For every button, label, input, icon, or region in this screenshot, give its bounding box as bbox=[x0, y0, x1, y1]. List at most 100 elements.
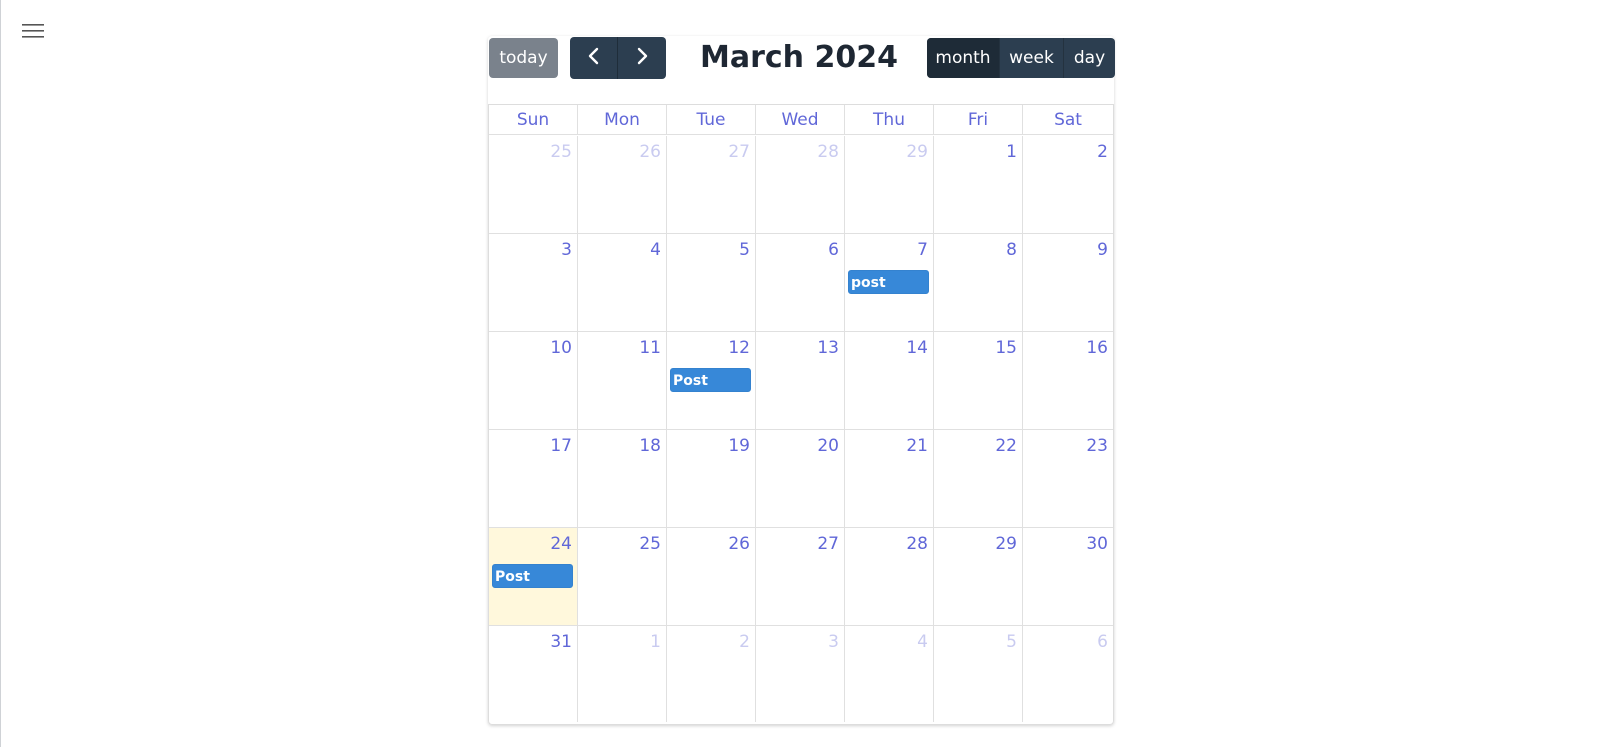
day-number[interactable]: 20 bbox=[817, 436, 839, 456]
prev-month-button[interactable] bbox=[570, 37, 618, 79]
day-cell[interactable]: 7 post bbox=[845, 234, 934, 332]
day-cell[interactable]: 3 bbox=[756, 626, 845, 722]
day-cell[interactable]: 10 bbox=[489, 332, 578, 430]
day-number[interactable]: 25 bbox=[550, 142, 572, 162]
day-number[interactable]: 23 bbox=[1086, 436, 1108, 456]
day-cell[interactable]: 4 bbox=[845, 626, 934, 722]
day-cell[interactable]: 20 bbox=[756, 430, 845, 528]
day-cell[interactable]: 2 bbox=[1023, 136, 1113, 234]
day-number[interactable]: 26 bbox=[639, 142, 661, 162]
day-number[interactable]: 29 bbox=[995, 534, 1017, 554]
calendar-event[interactable]: post bbox=[848, 270, 929, 294]
day-number[interactable]: 31 bbox=[550, 632, 572, 652]
day-number[interactable]: 11 bbox=[639, 338, 661, 358]
day-number[interactable]: 9 bbox=[1097, 240, 1108, 260]
day-number[interactable]: 25 bbox=[639, 534, 661, 554]
month-grid: Sun Mon Tue Wed Thu Fri Sat 25 26 27 28 29 1 2 3 4 5 6 7 po… bbox=[488, 104, 1114, 725]
weekday-header-thu: Thu bbox=[845, 105, 934, 135]
day-number[interactable]: 26 bbox=[728, 534, 750, 554]
day-cell[interactable]: 21 bbox=[845, 430, 934, 528]
day-cell[interactable]: 5 bbox=[667, 234, 756, 332]
day-number[interactable]: 8 bbox=[1006, 240, 1017, 260]
day-number[interactable]: 5 bbox=[1006, 632, 1017, 652]
day-cell[interactable]: 14 bbox=[845, 332, 934, 430]
day-cell[interactable]: 6 bbox=[1023, 626, 1113, 722]
day-number[interactable]: 10 bbox=[550, 338, 572, 358]
day-cell[interactable]: 12 Post bbox=[667, 332, 756, 430]
day-number[interactable]: 19 bbox=[728, 436, 750, 456]
day-cell[interactable]: 31 bbox=[489, 626, 578, 722]
day-cell[interactable]: 29 bbox=[845, 136, 934, 234]
day-cell[interactable]: 29 bbox=[934, 528, 1023, 626]
next-month-button[interactable] bbox=[618, 37, 666, 79]
day-number[interactable]: 4 bbox=[917, 632, 928, 652]
day-cell[interactable]: 1 bbox=[934, 136, 1023, 234]
day-number[interactable]: 28 bbox=[906, 534, 928, 554]
calendar-event[interactable]: Post bbox=[492, 564, 573, 588]
day-number[interactable]: 3 bbox=[561, 240, 572, 260]
day-number[interactable]: 18 bbox=[639, 436, 661, 456]
day-cell[interactable]: 16 bbox=[1023, 332, 1113, 430]
day-number[interactable]: 6 bbox=[1097, 632, 1108, 652]
day-number[interactable]: 30 bbox=[1086, 534, 1108, 554]
day-cell[interactable]: 22 bbox=[934, 430, 1023, 528]
day-cell[interactable]: 11 bbox=[578, 332, 667, 430]
day-cell[interactable]: 30 bbox=[1023, 528, 1113, 626]
day-number[interactable]: 2 bbox=[1097, 142, 1108, 162]
view-month-button[interactable]: month bbox=[927, 38, 999, 78]
day-cell-today[interactable]: 24 Post bbox=[489, 528, 578, 626]
day-cell[interactable]: 18 bbox=[578, 430, 667, 528]
day-cell[interactable]: 15 bbox=[934, 332, 1023, 430]
day-cell[interactable]: 2 bbox=[667, 626, 756, 722]
day-cell[interactable]: 9 bbox=[1023, 234, 1113, 332]
day-number[interactable]: 13 bbox=[817, 338, 839, 358]
day-number[interactable]: 5 bbox=[739, 240, 750, 260]
day-cell[interactable]: 27 bbox=[667, 136, 756, 234]
day-cell[interactable]: 3 bbox=[489, 234, 578, 332]
menu-button[interactable] bbox=[18, 18, 48, 44]
day-number[interactable]: 28 bbox=[817, 142, 839, 162]
weekday-header-wed: Wed bbox=[756, 105, 845, 135]
day-number[interactable]: 24 bbox=[550, 534, 572, 554]
day-number[interactable]: 4 bbox=[650, 240, 661, 260]
day-cell[interactable]: 1 bbox=[578, 626, 667, 722]
day-number[interactable]: 16 bbox=[1086, 338, 1108, 358]
calendar-event[interactable]: Post bbox=[670, 368, 751, 392]
day-number[interactable]: 14 bbox=[906, 338, 928, 358]
day-number[interactable]: 7 bbox=[917, 240, 928, 260]
day-number[interactable]: 1 bbox=[1006, 142, 1017, 162]
day-number[interactable]: 21 bbox=[906, 436, 928, 456]
day-number[interactable]: 27 bbox=[817, 534, 839, 554]
day-number[interactable]: 15 bbox=[995, 338, 1017, 358]
day-cell[interactable]: 5 bbox=[934, 626, 1023, 722]
day-cell[interactable]: 28 bbox=[845, 528, 934, 626]
day-cell[interactable]: 27 bbox=[756, 528, 845, 626]
day-cell[interactable]: 28 bbox=[756, 136, 845, 234]
calendar-toolbar: today March 2024 month week day bbox=[488, 36, 1115, 80]
day-number[interactable]: 6 bbox=[828, 240, 839, 260]
day-cell[interactable]: 25 bbox=[489, 136, 578, 234]
day-cell[interactable]: 6 bbox=[756, 234, 845, 332]
day-number[interactable]: 17 bbox=[550, 436, 572, 456]
day-number[interactable]: 3 bbox=[828, 632, 839, 652]
day-cell[interactable]: 17 bbox=[489, 430, 578, 528]
day-number[interactable]: 29 bbox=[906, 142, 928, 162]
today-button[interactable]: today bbox=[489, 38, 558, 78]
day-cell[interactable]: 26 bbox=[667, 528, 756, 626]
day-number[interactable]: 1 bbox=[650, 632, 661, 652]
view-week-button[interactable]: week bbox=[999, 38, 1063, 78]
day-cell[interactable]: 26 bbox=[578, 136, 667, 234]
calendar-title: March 2024 bbox=[700, 40, 898, 75]
day-cell[interactable]: 4 bbox=[578, 234, 667, 332]
day-cell[interactable]: 23 bbox=[1023, 430, 1113, 528]
day-cell[interactable]: 13 bbox=[756, 332, 845, 430]
day-number[interactable]: 2 bbox=[739, 632, 750, 652]
day-cell[interactable]: 19 bbox=[667, 430, 756, 528]
left-divider bbox=[0, 0, 1, 747]
day-number[interactable]: 22 bbox=[995, 436, 1017, 456]
day-number[interactable]: 27 bbox=[728, 142, 750, 162]
day-number[interactable]: 12 bbox=[728, 338, 750, 358]
day-cell[interactable]: 25 bbox=[578, 528, 667, 626]
view-day-button[interactable]: day bbox=[1063, 38, 1115, 78]
day-cell[interactable]: 8 bbox=[934, 234, 1023, 332]
